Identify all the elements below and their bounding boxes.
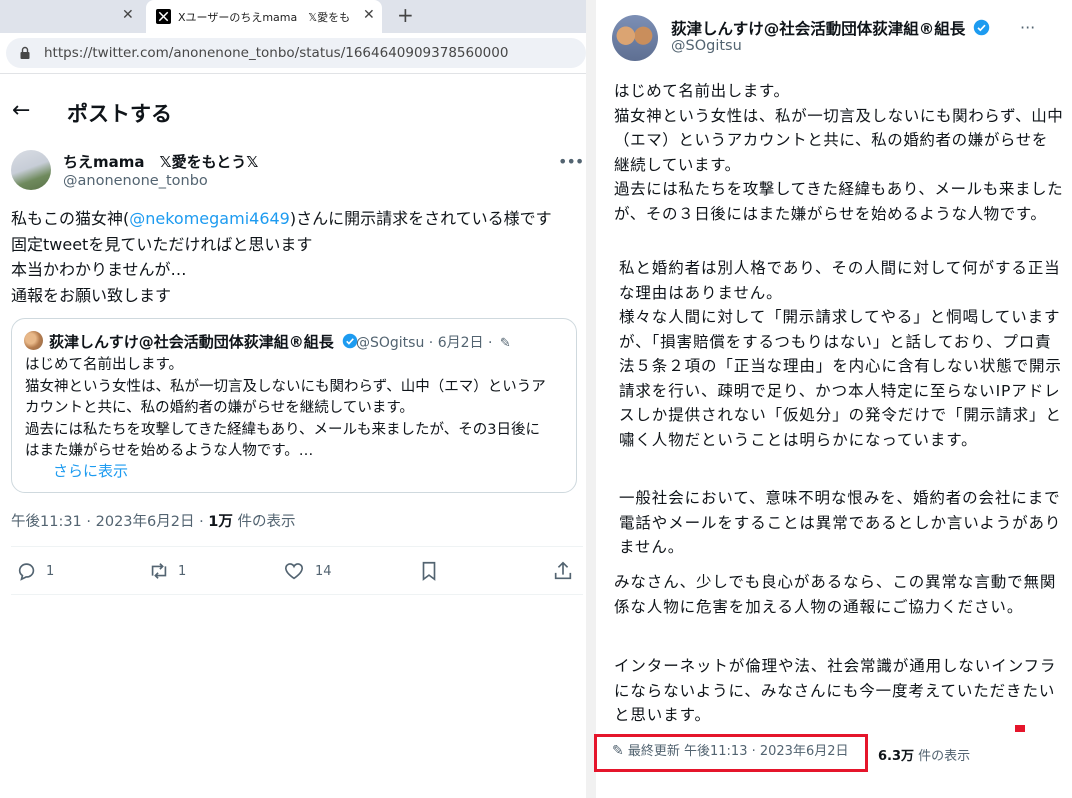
views-count: 6.3万	[878, 749, 915, 764]
quoted-tweet[interactable]: 荻津しんすけ@社会活動団体荻津組®組長 @SOgitsu · 6月2日 · ✎ …	[11, 318, 577, 493]
views: 6.3万 件の表示	[878, 745, 970, 764]
tab-bar: ✕ Xユーザーのちえmama 𝕏愛をもとう ✕ +	[0, 0, 586, 33]
avatar	[24, 331, 43, 350]
right-tweet-pane: 荻津しんすけ@社会活動団体荻津組®組長 @SOgitsu ··· はじめて名前出…	[596, 0, 1072, 798]
tweet-line: 通報をお願い致します	[11, 285, 172, 305]
like-icon	[284, 563, 304, 580]
author-name[interactable]: 荻津しんすけ@社会活動団体荻津組®組長	[671, 17, 990, 39]
more-icon[interactable]: •••	[558, 152, 584, 171]
post-header: ← ポストする	[0, 90, 586, 134]
quoted-line: カウントと共に、私の婚約者の嫌がらせを継続しています。	[25, 400, 414, 416]
tweet-text-segment: )さんに開示請求をされている様です	[289, 209, 552, 228]
share-button[interactable]	[552, 560, 574, 582]
annotation-mark	[1015, 725, 1025, 732]
tweet-paragraph: 一般社会において、意味不明な恨みを、婚約者の会社にまで電話やメールをすることは異…	[619, 489, 1062, 556]
quoted-text: はじめて名前出します。 猫女神という女性は、私が一切言及しないにも関わらず、山中…	[25, 355, 570, 463]
retweet-button[interactable]: 1	[148, 560, 186, 582]
reply-count: 1	[46, 563, 55, 579]
url-field[interactable]: https://twitter.com/anonenone_tonbo/stat…	[6, 38, 586, 68]
tweet-line: 私もこの猫女神(@nekomegami4649)さんに開示請求をされている様です	[11, 206, 581, 232]
author-handle[interactable]: @SOgitsu	[671, 38, 742, 54]
show-more-link[interactable]: さらに表示	[53, 460, 128, 481]
verified-badge-icon	[973, 19, 989, 36]
page-title: ポストする	[67, 102, 172, 126]
close-icon[interactable]: ✕	[363, 7, 375, 23]
author-handle[interactable]: @anonenone_tonbo	[63, 173, 208, 189]
close-icon[interactable]: ✕	[122, 7, 134, 23]
views-label: 件の表示	[914, 749, 971, 764]
edit-pencil-icon: ✎	[499, 336, 511, 351]
site-info-icon[interactable]	[18, 46, 32, 60]
retweet-count: 1	[178, 563, 187, 579]
timestamp-text[interactable]: 午後11:31 · 2023年6月2日 ·	[11, 514, 208, 530]
avatar[interactable]	[612, 15, 658, 61]
tweet-paragraph: みなさん、少しでも良心があるなら、この異常な言動で無関係な人物に危害を加える人物…	[614, 573, 1057, 616]
plus-icon[interactable]: +	[397, 3, 414, 27]
divider	[11, 594, 583, 595]
quoted-line: 猫女神という女性は、私が一切言及しないにも関わらず、山中（エマ）というア	[25, 378, 546, 395]
bookmark-icon	[422, 561, 436, 581]
quoted-meta: @SOgitsu · 6月2日 · ✎	[356, 332, 511, 352]
share-icon	[554, 561, 572, 580]
retweet-icon	[151, 563, 167, 579]
tweet-line: 固定tweetを見ていただければと思います	[11, 234, 313, 254]
tweet-paragraph: 私と婚約者は別人格であり、その人間に対して何がする正当な理由はありません。 様々…	[619, 259, 1062, 449]
tab-previous[interactable]: ✕	[0, 0, 145, 33]
tweet-paragraph: はじめて名前出します。 猫女神という女性は、私が一切言及しないにも関わらず、山中…	[614, 82, 1064, 223]
x-logo-icon	[156, 9, 171, 24]
like-count: 14	[315, 563, 332, 579]
url-text: https://twitter.com/anonenone_tonbo/stat…	[44, 45, 509, 61]
reply-button[interactable]: 1	[16, 560, 54, 582]
author-name-text: 荻津しんすけ@社会活動団体荻津組®組長	[671, 20, 966, 38]
tweet-text-segment: 私もこの猫女神(	[11, 209, 130, 228]
author-name[interactable]: ちえmama 𝕏愛をもとう𝕏	[63, 151, 258, 172]
quoted-meta-text: @SOgitsu · 6月2日 ·	[356, 335, 493, 351]
tab-active[interactable]: Xユーザーのちえmama 𝕏愛をもとう ✕	[146, 0, 382, 33]
divider	[11, 546, 583, 547]
more-icon[interactable]: ···	[1020, 18, 1035, 37]
tab-title: Xユーザーのちえmama 𝕏愛をもとう	[178, 11, 350, 24]
tweet-timestamp: 午後11:31 · 2023年6月2日 · 1万 件の表示	[11, 510, 296, 531]
quoted-author-name: 荻津しんすけ@社会活動団体荻津組®組長	[49, 331, 358, 352]
like-button[interactable]: 14	[283, 560, 332, 582]
tweet-text: 私もこの猫女神(@nekomegami4649)さんに開示請求をされている様です…	[11, 206, 581, 308]
highlight-box	[594, 734, 868, 772]
quoted-line: はじめて名前出します。	[25, 357, 184, 373]
left-browser-pane: ✕ Xユーザーのちえmama 𝕏愛をもとう ✕ + https://twitte…	[0, 0, 586, 798]
reply-icon	[18, 563, 35, 581]
tweet-line: 本当かわかりませんが…	[11, 260, 187, 279]
mention-link[interactable]: @nekomegami4649	[129, 209, 290, 228]
bookmark-button[interactable]	[418, 560, 440, 582]
address-bar: https://twitter.com/anonenone_tonbo/stat…	[0, 33, 586, 74]
views-count: 1万	[208, 514, 233, 530]
quoted-author-name-text: 荻津しんすけ@社会活動団体荻津組®組長	[49, 333, 334, 351]
avatar[interactable]	[11, 150, 51, 190]
pane-divider	[586, 0, 596, 798]
quoted-line: 過去には私たちを攻撃してきた経緯もあり、メールも来ましたが、その3日後に	[25, 421, 540, 438]
back-arrow-icon[interactable]: ←	[12, 98, 30, 123]
tweet-paragraph: インターネットが倫理や法、社会常識が通用しないインフラにならないように、みなさん…	[614, 657, 1057, 724]
views-label: 件の表示	[232, 514, 296, 530]
